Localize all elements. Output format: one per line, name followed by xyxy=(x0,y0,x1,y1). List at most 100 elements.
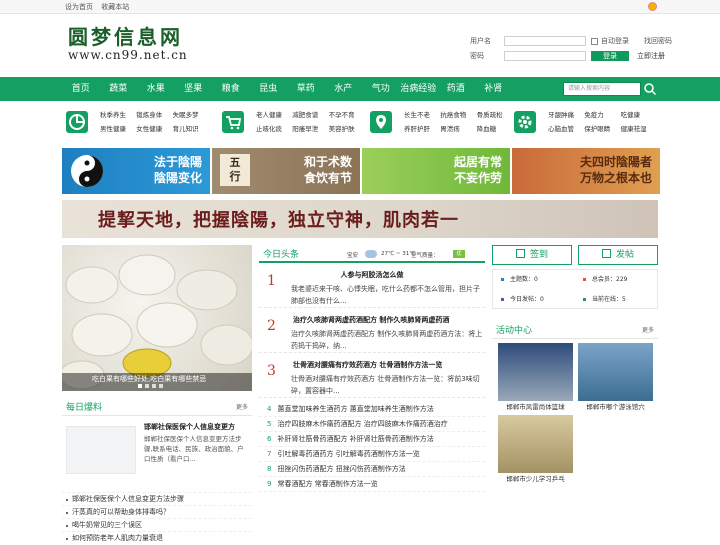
big-banner[interactable]: 提挈天地，把握陰陽，独立守神，肌肉若一 xyxy=(62,200,658,238)
category-link[interactable]: 减肥食谱 xyxy=(292,108,328,122)
list-text[interactable]: 治疗四肢麻木作痛药酒配方 治疗四肢麻木作痛药酒治疗 xyxy=(277,420,447,428)
signin-button[interactable]: 签到 xyxy=(492,245,572,265)
section-title: 每日爆料 更多 xyxy=(62,400,252,416)
nav-item[interactable]: 治病经验 xyxy=(400,77,438,101)
category-link[interactable]: 健康祛湿 xyxy=(621,122,657,136)
article-thumbnail[interactable] xyxy=(66,426,136,474)
post-button[interactable]: 发帖 xyxy=(578,245,658,265)
category-link[interactable]: 老人健康 xyxy=(256,108,292,122)
nav-item[interactable]: 气功 xyxy=(362,77,400,101)
nav-item[interactable]: 坚果 xyxy=(175,77,213,101)
list-text[interactable]: 蕙直堂加味养生酒药方 蕙直堂加味养生酒制作方法 xyxy=(277,405,433,413)
search-input[interactable]: 请输入搜索内容 xyxy=(563,82,641,96)
slider-caption[interactable]: 吃白果有哪些好处,吃白果有哪些禁忌 xyxy=(62,373,252,391)
category-link[interactable]: 不孕不育 xyxy=(329,108,365,122)
headline-title[interactable]: 治疗久咳肺肾两虚药酒配方 制作久咳肺肾两虚药酒 xyxy=(293,315,449,325)
slider-dot[interactable] xyxy=(138,384,142,388)
site-logo[interactable]: 圆梦信息网 www.cn99.net.cn xyxy=(68,26,188,62)
list-item[interactable]: 7 引吐解毒药酒药方 引吐解毒药酒制作方法一览 xyxy=(259,447,485,462)
auto-login-checkbox[interactable] xyxy=(591,37,598,45)
activity-card[interactable]: 邯郸市嘟个游泳馆穴 xyxy=(578,343,653,413)
nav-item[interactable]: 粮食 xyxy=(212,77,250,101)
headline-title[interactable]: 人参与阿胶汤怎么做 xyxy=(259,270,485,280)
list-item[interactable]: 如何预防老年人肌肉力量衰退 xyxy=(62,531,252,544)
weibo-icon[interactable] xyxy=(648,2,657,11)
category-link[interactable]: 阳痿早泄 xyxy=(292,122,328,136)
list-item[interactable]: 汗蒸真的可以帮助身体排毒吗？ xyxy=(62,505,252,518)
set-homepage-link[interactable]: 设为首页 xyxy=(65,3,93,11)
banner-qiju[interactable]: 起居有常 不妄作劳 xyxy=(362,148,510,194)
more-link[interactable]: 更多 xyxy=(236,400,248,416)
category-link[interactable]: 降血糖 xyxy=(477,122,513,136)
slider-dot[interactable] xyxy=(152,384,156,388)
activity-image[interactable] xyxy=(498,415,573,473)
category-link[interactable]: 长生不老 xyxy=(404,108,440,122)
banner-wuxing[interactable]: 五行 和于术数 食饮有节 xyxy=(212,148,360,194)
register-link[interactable]: 立即注册 xyxy=(637,51,665,61)
list-item[interactable]: 9 常春酒配方 常春酒制作方法一览 xyxy=(259,477,485,492)
list-item[interactable]: 4 蕙直堂加味养生酒药方 蕙直堂加味养生酒制作方法 xyxy=(259,402,485,417)
category-link[interactable]: 免疫力 xyxy=(584,108,620,122)
list-text[interactable]: 引吐解毒药酒药方 引吐解毒药酒制作方法一览 xyxy=(277,450,419,458)
login-button[interactable]: 登录 xyxy=(591,51,629,61)
add-favorite-link[interactable]: 收藏本站 xyxy=(101,3,129,11)
activity-image[interactable] xyxy=(498,343,573,401)
more-link[interactable]: 更多 xyxy=(642,323,654,339)
category-link[interactable]: 女性健康 xyxy=(136,122,172,136)
article-title[interactable]: 邯郸社保医保个人信息变更方 xyxy=(144,422,235,432)
category-link[interactable]: 养肝护肝 xyxy=(404,122,440,136)
category-link[interactable]: 失眠多梦 xyxy=(173,108,209,122)
category-link[interactable]: 心脑血管 xyxy=(548,122,584,136)
category-link[interactable]: 美容护肤 xyxy=(329,122,365,136)
category-link[interactable]: 育儿知识 xyxy=(173,122,209,136)
category-link[interactable]: 吃健康 xyxy=(621,108,657,122)
category-link[interactable]: 男性健康 xyxy=(100,122,136,136)
list-item[interactable]: 8 扭挫闪伤药酒配方 扭挫闪伤药酒制作方法 xyxy=(259,462,485,477)
activity-title[interactable]: 邯郸市嘟个游泳馆穴 xyxy=(578,401,653,413)
nav-item[interactable]: 首页 xyxy=(62,77,100,101)
slider-dot[interactable] xyxy=(145,384,149,388)
nav-item[interactable]: 水果 xyxy=(137,77,175,101)
headline-item[interactable]: 3 壮骨酒对腰痛有疗效药酒方 壮骨酒制作方法一览 壮骨酒对腰痛有疗效药酒方 壮骨酒制… xyxy=(259,360,485,398)
activity-card[interactable]: 邯郸市少儿学习乒乓 xyxy=(498,415,573,485)
search-icon[interactable] xyxy=(643,82,657,96)
list-item[interactable]: 喝牛奶常见的三个误区 xyxy=(62,518,252,531)
nav-item[interactable]: 昆虫 xyxy=(250,77,288,101)
category-link[interactable]: 锻炼身体 xyxy=(136,108,172,122)
forgot-password-link[interactable]: 找回密码 xyxy=(644,36,672,46)
ginkgo-nuts-image xyxy=(62,254,252,390)
category-link[interactable]: 止咳化痰 xyxy=(256,122,292,136)
activity-title[interactable]: 邯郸市少儿学习乒乓 xyxy=(498,473,573,485)
username-input[interactable] xyxy=(504,36,586,46)
nav-item[interactable]: 水产 xyxy=(325,77,363,101)
category-link[interactable]: 秋季养生 xyxy=(100,108,136,122)
list-item[interactable]: 5 治疗四肢麻木作痛药酒配方 治疗四肢麻木作痛药酒治疗 xyxy=(259,417,485,432)
activity-card[interactable]: 邯郸市风雷尚体篮球 xyxy=(498,343,573,413)
headline-title[interactable]: 壮骨酒对腰痛有疗效药酒方 壮骨酒制作方法一览 xyxy=(293,360,442,370)
nav-item[interactable]: 蔬菜 xyxy=(100,77,138,101)
headline-item[interactable]: 2 治疗久咳肺肾两虚药酒配方 制作久咳肺肾两虚药酒 治疗久咳肺肾两虚药酒配方 制作久… xyxy=(259,315,485,353)
banner-line: 起居有常 xyxy=(453,155,502,169)
list-text[interactable]: 常春酒配方 常春酒制作方法一览 xyxy=(277,480,377,488)
activity-title[interactable]: 邯郸市风雷尚体篮球 xyxy=(498,401,573,413)
password-input[interactable] xyxy=(504,51,586,61)
featured-article[interactable]: 邯郸社保医保个人信息变更方 邯郸社保医保个人信息变更方法步骤,联系电话、民族、政… xyxy=(62,422,252,482)
list-text[interactable]: 扭挫闪伤药酒配方 扭挫闪伤药酒制作方法 xyxy=(277,465,405,473)
list-text[interactable]: 补肝肾壮筋骨药酒配方 补肝肾壮筋骨药酒制作方法 xyxy=(277,435,433,443)
slider-dot[interactable] xyxy=(159,384,163,388)
category-link[interactable]: 牙龈肿痛 xyxy=(548,108,584,122)
list-item[interactable]: 6 补肝肾壮筋骨药酒配方 补肝肾壮筋骨药酒制作方法 xyxy=(259,432,485,447)
nav-item[interactable]: 补肾 xyxy=(475,77,513,101)
category-link[interactable]: 保护眼睛 xyxy=(584,122,620,136)
nav-item[interactable]: 草药 xyxy=(287,77,325,101)
category-link[interactable]: 骨质疏松 xyxy=(477,108,513,122)
image-slider[interactable]: 吃白果有哪些好处,吃白果有哪些禁忌 xyxy=(62,245,252,391)
headline-item[interactable]: 1 人参与阿胶汤怎么做 我老婆近来干咳、心悸失眠，吃什么药都不怎么管用，担片子肺部也… xyxy=(259,270,485,308)
category-link[interactable]: 胃溃疡 xyxy=(440,122,476,136)
banner-sishi[interactable]: 夫四时陰陽者 万物之根本也 xyxy=(512,148,660,194)
activity-image[interactable] xyxy=(578,343,653,401)
banner-yinyang[interactable]: 法于陰陽 陰陽变化 xyxy=(62,148,210,194)
category-link[interactable]: 抗癌食物 xyxy=(440,108,476,122)
list-item[interactable]: 邯郸社保医保个人信息变更方法步骤 xyxy=(62,492,252,505)
nav-item[interactable]: 药酒 xyxy=(437,77,475,101)
